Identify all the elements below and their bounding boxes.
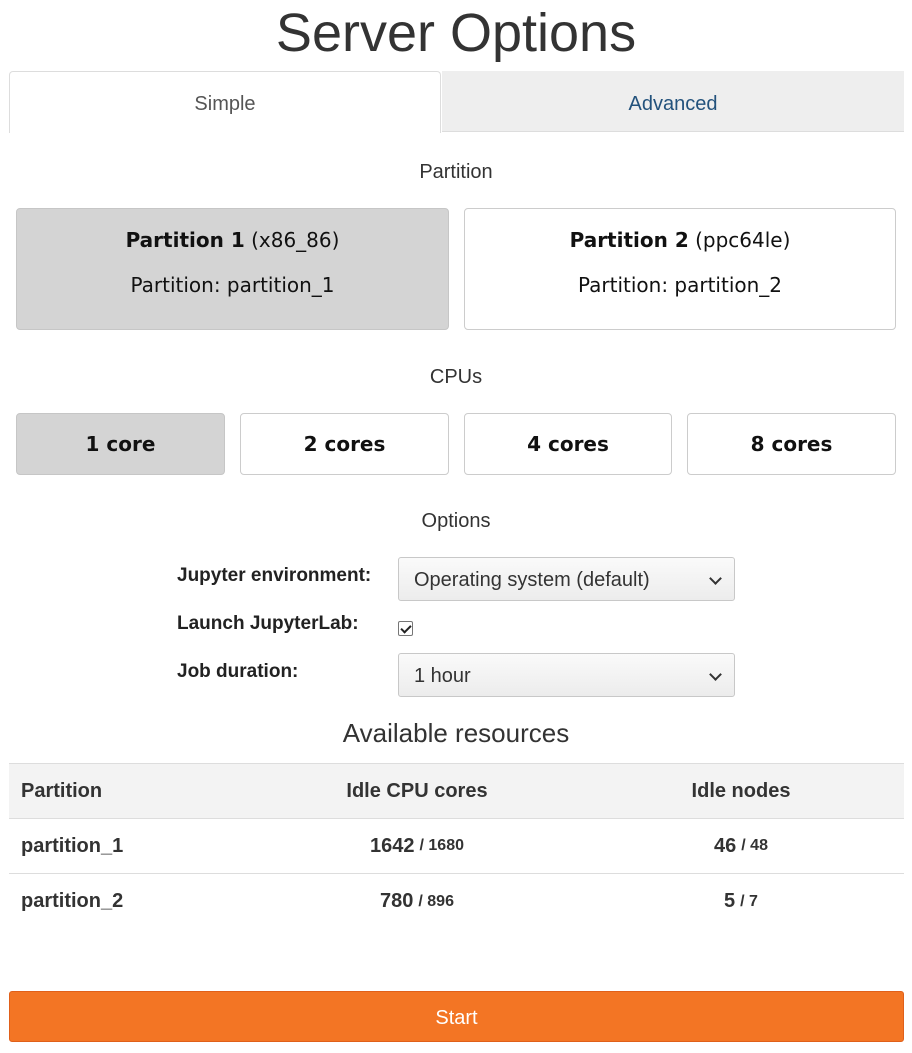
job-duration-value: 1 hour [414,665,471,687]
chevron-down-icon [709,668,722,681]
partition-cell: partition_1 [21,834,124,857]
resources-title: Available resources [342,718,570,748]
partition-name: Partition 2 [569,228,689,252]
chevron-down-icon [709,572,722,585]
idle-nodes-cell: 46 / 48 [581,819,901,873]
column-header: Partition [21,779,103,802]
idle-nodes-value: 46 [714,834,737,857]
partition-heading: Partition [419,161,493,183]
partition-cell: partition_2 [21,890,124,912]
idle-nodes-cell: 5 / 7 [581,874,901,929]
partition-card-2[interactable]: Partition 2 (ppc64le) Partition: partiti… [464,208,896,330]
partition-card-1[interactable]: Partition 1 (x86_86) Partition: partitio… [16,208,449,330]
idle-cpu-cell: 780 / 896 [281,874,553,929]
table-row: partition_2 780 / 896 5 / 7 [9,874,904,929]
jupyter-environment-select[interactable]: Operating system (default) [398,557,735,601]
column-header: Idle CPU cores [346,779,488,802]
partition-detail: Partition: partition_1 [130,273,335,297]
launch-jupyterlab-label: Launch JupyterLab: [177,613,359,634]
idle-cpu-value: 780 [380,890,414,912]
partition-detail: Partition: partition_2 [577,273,783,297]
partition-name: Partition 1 [125,228,245,252]
jupyter-environment-value: Operating system (default) [414,569,650,591]
job-duration-label: Job duration: [177,661,299,682]
jupyter-environment-label: Jupyter environment: [177,565,372,586]
total-cpu-value: / 1680 [419,837,464,854]
partition-card-title: Partition 1 (x86_86) [17,228,448,252]
tab-bar: Simple Advanced [9,71,904,133]
idle-cpu-cell: 1642 / 1680 [281,819,553,873]
cpus-heading: CPUs [429,366,483,388]
options-heading: Options [421,510,491,532]
total-nodes-value: / 48 [741,837,768,854]
table-header: Partition Idle CPU cores Idle nodes [9,763,904,819]
table-row: partition_1 1642 / 1680 46 / 48 [9,819,904,874]
cpu-option-4-cores[interactable]: 4 cores [464,413,672,475]
tab-simple[interactable]: Simple [9,71,441,133]
partition-card-title: Partition 2 (ppc64le) [465,228,895,252]
total-nodes-value: / 7 [740,892,758,910]
total-cpu-value: / 896 [418,892,454,910]
cpu-option-1-core[interactable]: 1 core [16,413,225,475]
idle-nodes-value: 5 [724,890,736,912]
column-header: Idle nodes [691,779,791,802]
partition-arch: (x86_86) [251,228,340,252]
launch-jupyterlab-checkbox[interactable] [398,621,413,636]
cpu-option-8-cores[interactable]: 8 cores [687,413,896,475]
idle-cpu-value: 1642 [370,834,415,857]
job-duration-select[interactable]: 1 hour [398,653,735,697]
checkmark-icon [400,622,412,634]
start-button[interactable]: Start [9,991,904,1042]
cpu-option-2-cores[interactable]: 2 cores [240,413,449,475]
page-title: Server Options [275,3,637,63]
partition-arch: (ppc64le) [695,228,791,252]
tab-advanced[interactable]: Advanced [442,71,904,132]
